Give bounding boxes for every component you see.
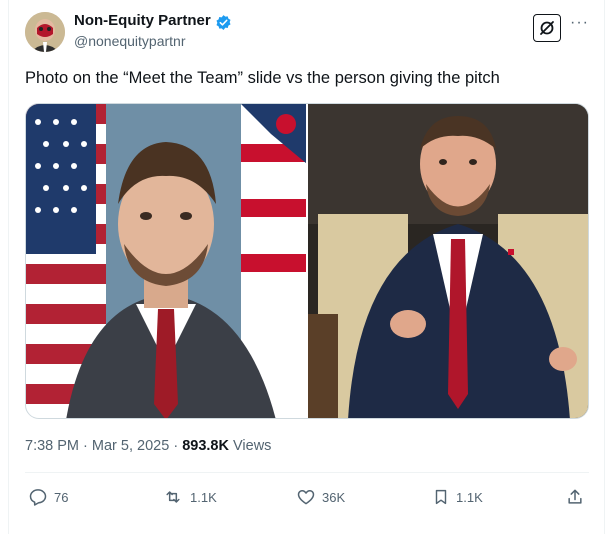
share-icon <box>565 487 585 507</box>
like-button[interactable]: 36K <box>296 487 345 507</box>
divider <box>25 472 589 473</box>
verified-badge-icon <box>215 14 232 36</box>
views-label: Views <box>233 438 272 454</box>
tweet-time[interactable]: 7:38 PM <box>25 438 79 454</box>
bookmark-count: 1.1K <box>456 489 483 505</box>
repost-button[interactable]: 1.1K <box>162 487 217 507</box>
handle[interactable]: @nonequitypartnr <box>74 33 186 49</box>
grok-icon[interactable] <box>533 14 561 42</box>
reply-button[interactable]: 76 <box>28 487 68 507</box>
display-name[interactable]: Non-Equity Partner <box>74 12 211 29</box>
tweet-date[interactable]: Mar 5, 2025 <box>92 438 169 454</box>
meta-separator: · <box>173 438 179 454</box>
heart-icon <box>296 487 316 507</box>
avatar[interactable] <box>25 12 65 52</box>
repost-icon <box>162 487 184 507</box>
media-grid <box>25 103 589 419</box>
tweet-meta: 7:38 PM · Mar 5, 2025 · 893.8K Views <box>25 438 271 454</box>
reply-icon <box>28 487 48 507</box>
bookmark-button[interactable]: 1.1K <box>432 487 483 507</box>
share-button[interactable] <box>565 487 585 507</box>
photo-right[interactable] <box>308 104 588 418</box>
views-count: 893.8K <box>182 438 229 454</box>
photo-left[interactable] <box>26 104 306 418</box>
bookmark-icon <box>432 487 450 507</box>
meta-separator: · <box>83 438 88 454</box>
reply-count: 76 <box>54 489 69 505</box>
like-count: 36K <box>322 489 346 505</box>
tweet-text: Photo on the “Meet the Team” slide vs th… <box>25 69 500 87</box>
repost-count: 1.1K <box>190 489 217 505</box>
more-options-icon[interactable]: ··· <box>570 14 589 32</box>
